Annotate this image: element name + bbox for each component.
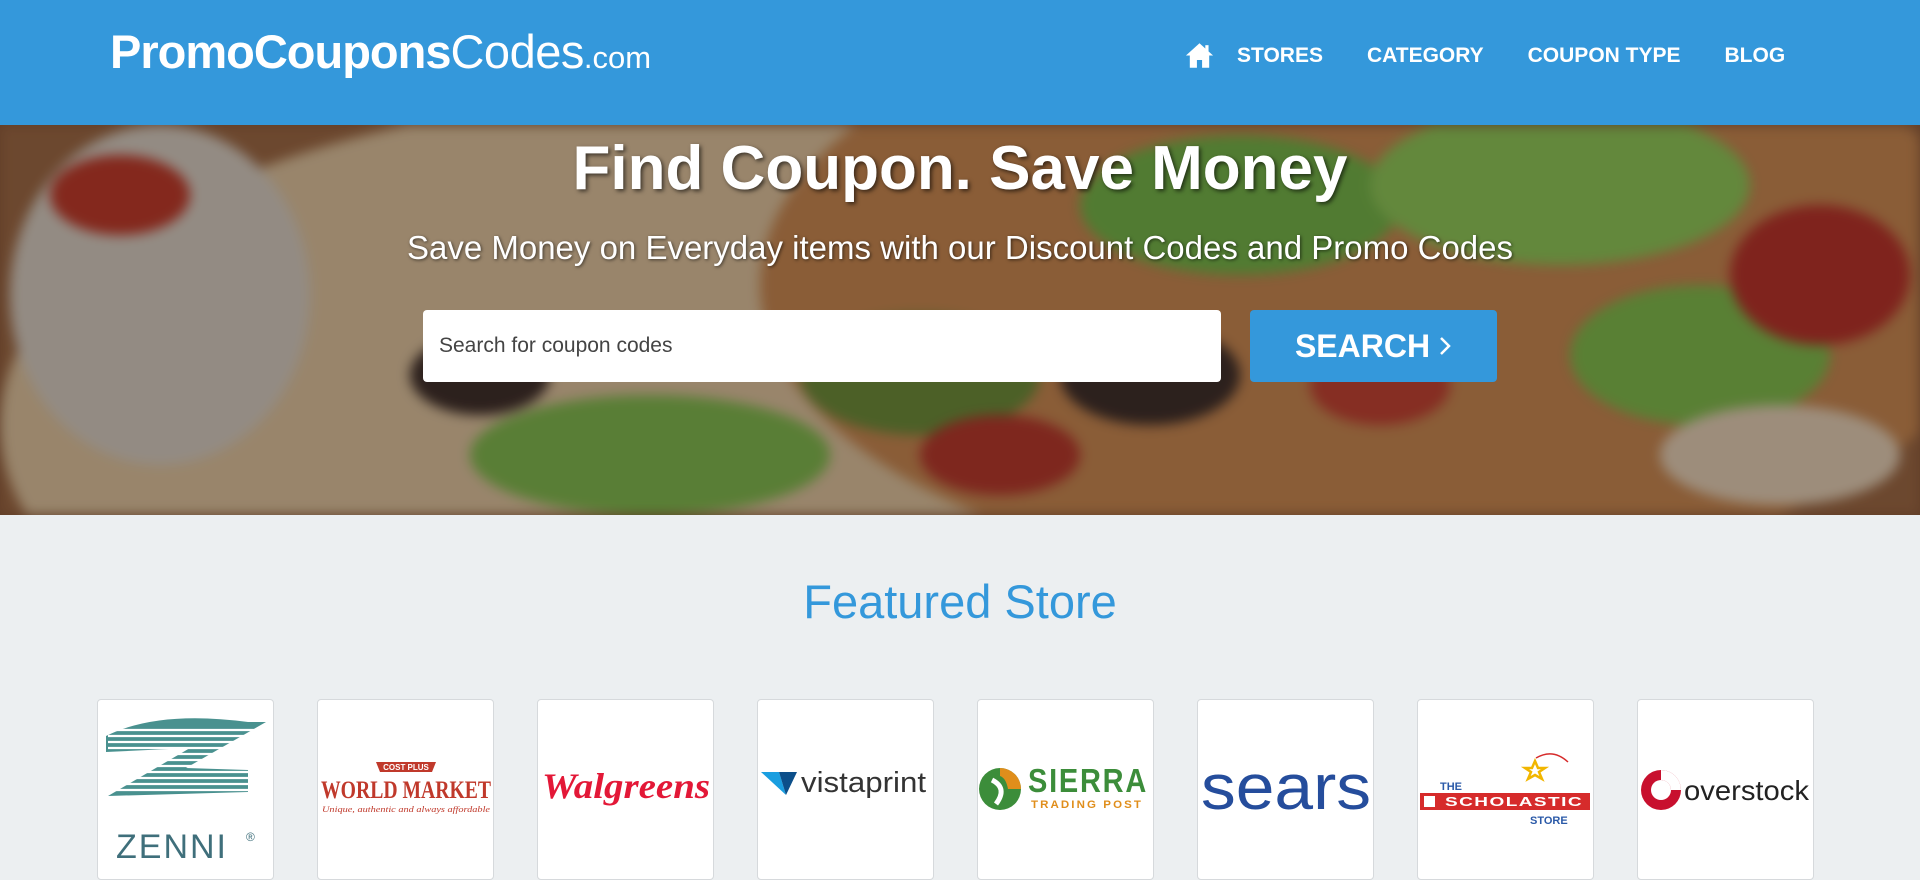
site-logo[interactable]: PromoCouponsCodes.com: [110, 24, 651, 79]
store-zenni-mark: ®: [246, 830, 255, 844]
nav-blog[interactable]: BLOG: [1725, 44, 1786, 68]
store-world-market-tagline: Unique, authentic and always affordable: [322, 805, 491, 814]
store-card-scholastic[interactable]: THE SCHOLASTIC STORE: [1417, 699, 1594, 880]
store-card-walgreens[interactable]: Walgreens: [537, 699, 714, 880]
sierra-logo: SIERRA TRADING POST: [979, 762, 1148, 811]
store-card-sierra[interactable]: SIERRA TRADING POST: [977, 699, 1154, 880]
nav-coupon-type[interactable]: COUPON TYPE: [1528, 44, 1681, 68]
store-sears-name: sears: [1201, 751, 1371, 823]
walgreens-logo: Walgreens: [542, 766, 710, 806]
store-scholastic-name: SCHOLASTIC: [1445, 794, 1583, 809]
store-scholastic-top: THE: [1440, 781, 1462, 793]
featured-store-title: Featured Store: [803, 575, 1117, 628]
main-nav: STORES CATEGORY COUPON TYPE BLOG: [1184, 40, 1785, 71]
store-sierra-sub: TRADING POST: [1031, 799, 1143, 811]
chevron-right-icon: [1440, 337, 1451, 355]
store-world-market-top: COST PLUS: [383, 763, 429, 772]
store-world-market-name: WORLD MARKET: [321, 777, 491, 804]
store-zenni-name: ZENNI: [116, 828, 228, 866]
store-sierra-name: SIERRA: [1028, 762, 1148, 799]
store-card-world-market[interactable]: COST PLUS WORLD MARKET Unique, authentic…: [317, 699, 494, 880]
store-vistaprint-name: vistaprint: [801, 767, 926, 799]
featured-store-list: ZENNI ® COST PLUS WORLD MARKET Unique, a…: [97, 699, 1814, 880]
search-button-label: SEARCH: [1294, 327, 1431, 364]
home-icon[interactable]: [1184, 40, 1215, 71]
nav-category[interactable]: CATEGORY: [1367, 44, 1484, 68]
logo-bold-text: PromoCoupons: [110, 25, 451, 78]
vistaprint-logo: vistaprint: [761, 767, 926, 799]
logo-suffix-text: .com: [583, 40, 652, 75]
hero-banner: Find Coupon. Save Money Save Money on Ev…: [0, 125, 1920, 515]
store-card-vistaprint[interactable]: vistaprint: [757, 699, 934, 880]
hero-subtitle: Save Money on Everyday items with our Di…: [406, 229, 1514, 266]
store-overstock-name: overstock: [1684, 775, 1810, 806]
store-card-overstock[interactable]: overstock: [1637, 699, 1814, 880]
world-market-logo: COST PLUS WORLD MARKET Unique, authentic…: [321, 762, 491, 814]
store-card-zenni[interactable]: ZENNI ®: [97, 699, 274, 880]
zenni-logo: ZENNI ®: [106, 718, 268, 866]
scholastic-logo: THE SCHOLASTIC STORE: [1420, 753, 1590, 827]
store-scholastic-sub: STORE: [1530, 815, 1568, 827]
site-header: PromoCouponsCodes.com STORES CATEGORY CO…: [0, 0, 1920, 125]
store-walgreens-name: Walgreens: [542, 766, 710, 806]
store-card-sears[interactable]: sears: [1197, 699, 1374, 880]
overstock-logo: overstock: [1641, 770, 1810, 810]
hero-title: Find Coupon. Save Money: [572, 134, 1348, 203]
sears-logo: sears: [1201, 751, 1371, 823]
logo-light-text: Codes: [450, 25, 584, 78]
search-input[interactable]: [423, 310, 1221, 382]
nav-stores[interactable]: STORES: [1237, 44, 1323, 68]
search-button[interactable]: SEARCH: [1250, 310, 1497, 382]
